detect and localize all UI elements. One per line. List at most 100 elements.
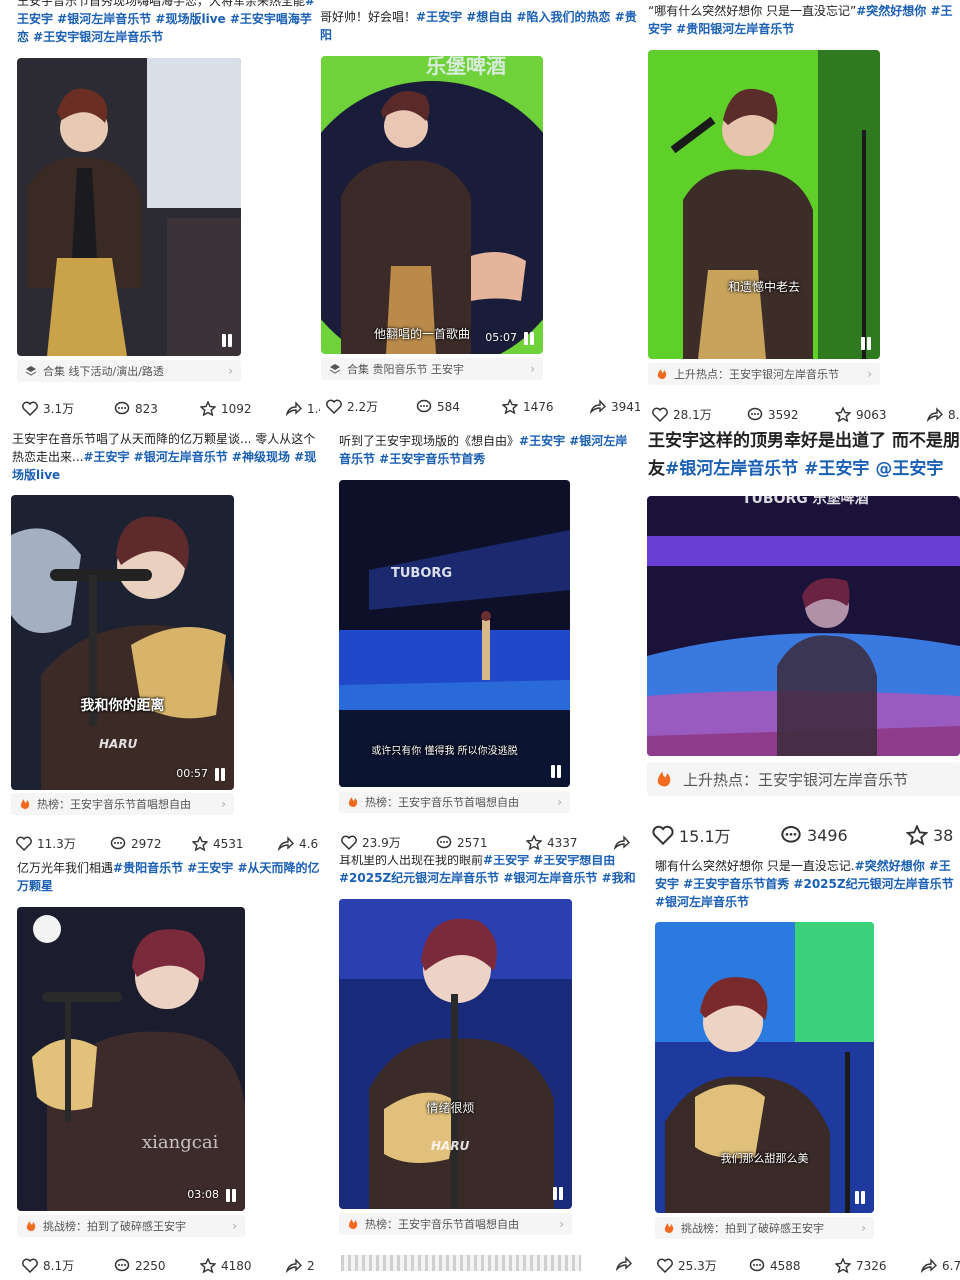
favorite-button[interactable]: 4531 — [192, 836, 278, 851]
favorite-button[interactable]: 7326 — [835, 1258, 921, 1273]
pause-icon[interactable] — [523, 332, 535, 345]
collection-link[interactable]: 合集 贵阳音乐节 王安宇 › — [321, 358, 543, 380]
comment-button[interactable]: 3496 — [780, 825, 906, 845]
comment-button[interactable]: 2972 — [110, 836, 192, 851]
post-caption[interactable]: 王安宇音乐节首秀现场嗨唱海芋恋，大将军亲来热全能#王安宇 #银河左岸音乐节 #现… — [17, 0, 317, 46]
comment-icon — [114, 401, 130, 415]
post-card-9[interactable]: 哪有什么突然好想你 只是一直没忘记.#突然好想你 #王安宇 #王安宇音乐节首秀 … — [640, 855, 960, 1280]
pause-icon[interactable] — [550, 765, 562, 778]
favorite-button[interactable]: 1476 — [502, 399, 590, 414]
like-button[interactable]: 23.9万 — [341, 834, 436, 851]
post-card-6[interactable]: 王安宇这样的顶男幸好是出道了 而不是朋友#银河左岸音乐节 #王安宇 @王安宇 T… — [640, 425, 960, 855]
comment-button[interactable]: 2250 — [114, 1258, 200, 1273]
hot-topic-link[interactable]: 热榜：王安宇音乐节首唱想自由 › — [339, 791, 570, 813]
engagement-bar: 11.3万 2972 4531 4.6 — [16, 835, 318, 852]
favorite-button[interactable]: 4337 — [526, 835, 614, 850]
favorite-button[interactable]: 4180 — [200, 1258, 286, 1273]
share-icon — [286, 401, 302, 416]
like-button[interactable]: 15.1万 — [652, 823, 780, 847]
chevron-right-icon: › — [221, 797, 226, 811]
heart-icon — [652, 407, 668, 422]
hot-topic-text: 热榜：王安宇音乐节首唱想自由 — [365, 796, 519, 809]
video-thumbnail[interactable]: 我们那么甜那么美 — [655, 922, 874, 1213]
post-caption[interactable]: 哪有什么突然好想你 只是一直没忘记.#突然好想你 #王安宇 #王安宇音乐节首秀 … — [655, 857, 960, 913]
engagement-bar: 25.3万 4588 7326 6.7 — [657, 1257, 960, 1274]
hot-topic-link[interactable]: 热榜：王安宇音乐节首唱想自由 › — [11, 793, 234, 815]
watermark-text: xiangcai — [142, 1132, 219, 1153]
comment-button[interactable]: 2571 — [436, 835, 526, 850]
favorite-button[interactable]: 1092 — [200, 401, 286, 416]
video-thumbnail[interactable]: xiangcai 03:08 — [17, 907, 245, 1211]
video-subtitle: 我和你的距离 — [80, 698, 165, 714]
post-card-3[interactable]: “哪有什么突然好想你 只是一直没忘记”#突然好想你 #王安宇 #贵阳银河左岸音乐… — [640, 0, 960, 425]
post-card-5[interactable]: 听到了王安宇现场版的《想自由》#王安宇 #银河左岸音乐节 #王安宇音乐节首秀 T… — [320, 425, 640, 855]
favorite-button[interactable]: 38 — [906, 825, 953, 845]
favorite-button[interactable]: 9063 — [835, 407, 927, 422]
share-icon[interactable] — [616, 1256, 632, 1271]
post-caption[interactable]: “哪有什么突然好想你 只是一直没忘记”#突然好想你 #王安宇 #贵阳银河左岸音乐… — [648, 2, 960, 42]
comment-button[interactable]: 823 — [114, 401, 200, 416]
video-thumbnail[interactable]: 乐堡啤酒 他翻唱的一首歌曲 05:07 — [321, 56, 543, 354]
chevron-right-icon: › — [228, 364, 233, 378]
pause-icon[interactable] — [552, 1187, 564, 1200]
pause-icon[interactable] — [221, 334, 233, 347]
hot-topic-link[interactable]: 挑战榜：拍到了破碎感王安宇 › — [17, 1215, 245, 1237]
like-button[interactable]: 2.2万 — [326, 398, 416, 415]
pause-icon[interactable] — [860, 337, 872, 350]
comment-button[interactable]: 3592 — [747, 407, 835, 422]
share-button[interactable]: 2 — [286, 1258, 315, 1273]
post-card-8[interactable]: 耳机里的人出现在我的眼前#王安宇 #王安宇想自由 #2025Z纪元银河左岸音乐节… — [320, 855, 640, 1280]
star-icon — [835, 407, 851, 422]
caption-tags[interactable]: #银河左岸音乐节 #王安宇 @王安宇 — [665, 459, 943, 479]
chevron-right-icon: › — [867, 367, 872, 381]
post-caption[interactable]: 王安宇在音乐节唱了从天而降的亿万颗星谈... 零人从这个热恋走出来...#王安宇… — [12, 430, 320, 486]
comment-icon — [114, 1258, 130, 1272]
video-duration: 05:07 — [485, 331, 517, 344]
post-caption[interactable]: 哥好帅！好会唱！#王安宇 #想自由 #陷入我们的热恋 #贵阳 — [320, 8, 638, 44]
like-button[interactable]: 3.1万 — [22, 400, 114, 417]
share-button[interactable]: 4.6 — [278, 836, 318, 851]
like-button[interactable]: 28.1万 — [652, 406, 747, 423]
video-thumbnail[interactable]: 我和你的距离 HARU 00:57 — [11, 495, 234, 790]
pause-icon[interactable] — [214, 768, 226, 781]
share-button[interactable] — [614, 835, 635, 850]
caption-text: 亿万光年我们相遇 — [17, 861, 114, 875]
like-button[interactable]: 11.3万 — [16, 835, 110, 852]
heart-icon — [341, 835, 357, 850]
post-card-4[interactable]: 王安宇在音乐节唱了从天而降的亿万颗星谈... 零人从这个热恋走出来...#王安宇… — [0, 425, 320, 855]
heart-icon — [652, 825, 674, 845]
post-caption[interactable]: 王安宇这样的顶男幸好是出道了 而不是朋友#银河左岸音乐节 #王安宇 @王安宇 — [648, 427, 960, 485]
share-button[interactable]: 8. — [927, 407, 959, 422]
post-card-2[interactable]: 哥好帅！好会唱！#王安宇 #想自由 #陷入我们的热恋 #贵阳 乐堡啤酒 他翻唱的… — [320, 0, 640, 425]
share-button[interactable]: 6.7 — [921, 1258, 960, 1273]
share-button[interactable]: 3941 — [590, 399, 640, 414]
share-button[interactable]: 1.4 — [286, 401, 320, 416]
video-thumbnail[interactable]: 和遗憾中老去 — [648, 50, 880, 359]
banner-brand: TUBORG 乐堡啤酒 — [742, 496, 869, 507]
engagement-bar: 2.2万 584 1476 3941 — [326, 398, 640, 415]
hot-topic-link[interactable]: 上升热点：王安宇银河左岸音乐节 › — [648, 363, 880, 385]
pause-icon[interactable] — [854, 1191, 866, 1204]
video-thumbnail[interactable]: 情绪很烦 HARU — [339, 899, 572, 1209]
hot-topic-text: 挑战榜：拍到了破碎感王安宇 — [43, 1220, 186, 1233]
comment-icon — [436, 835, 452, 849]
like-button[interactable]: 25.3万 — [657, 1257, 749, 1274]
post-card-1[interactable]: 王安宇音乐节首秀现场嗨唱海芋恋，大将军亲来热全能#王安宇 #银河左岸音乐节 #现… — [0, 0, 320, 425]
pause-icon[interactable] — [225, 1189, 237, 1202]
post-caption[interactable]: 亿万光年我们相遇#贵阳音乐节 #王安宇 #从天而降的亿万颗星 — [17, 859, 320, 899]
hot-topic-link[interactable]: 挑战榜：拍到了破碎感王安宇 › — [655, 1217, 874, 1239]
post-card-7[interactable]: 亿万光年我们相遇#贵阳音乐节 #王安宇 #从天而降的亿万颗星 xiangcai … — [0, 855, 320, 1280]
comment-button[interactable]: 4588 — [749, 1258, 835, 1273]
hot-topic-link[interactable]: 上升热点：王安宇银河左岸音乐节 — [647, 762, 960, 796]
collection-link[interactable]: 合集 线下活动/演出/路透 › — [17, 360, 241, 382]
video-thumbnail[interactable]: TUBORG 或许只有你 懂得我 所以你没逃脱 — [339, 480, 570, 787]
video-thumbnail[interactable] — [17, 58, 241, 356]
like-button[interactable]: 8.1万 — [22, 1257, 114, 1274]
post-caption[interactable]: 听到了王安宇现场版的《想自由》#王安宇 #银河左岸音乐节 #王安宇音乐节首秀 — [339, 432, 639, 472]
video-thumbnail[interactable]: TUBORG 乐堡啤酒 — [647, 496, 960, 756]
hot-topic-link[interactable]: 热榜：王安宇音乐节首唱想自由 › — [339, 1213, 572, 1235]
comment-button[interactable]: 584 — [416, 399, 502, 414]
post-caption[interactable]: 耳机里的人出现在我的眼前#王安宇 #王安宇想自由 #2025Z纪元银河左岸音乐节… — [339, 855, 639, 891]
flame-icon — [348, 1219, 358, 1229]
video-subtitle: 我们那么甜那么美 — [720, 1152, 809, 1165]
